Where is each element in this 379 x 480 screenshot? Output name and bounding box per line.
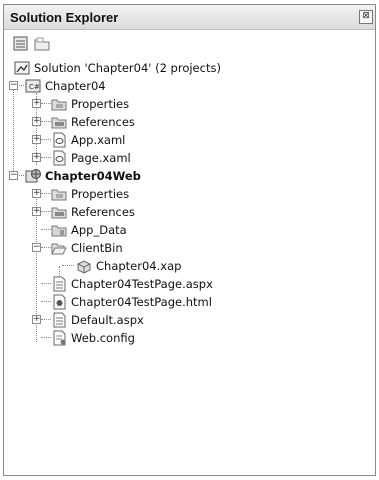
tree-label: Chapter04 — [45, 79, 106, 93]
svg-text:C#: C# — [29, 83, 40, 91]
panel-titlebar: Solution Explorer ⊠ — [4, 5, 375, 30]
solution-tree: Solution 'Chapter04' (2 projects) − C# C… — [4, 57, 375, 475]
tree-label: References — [71, 205, 135, 219]
aspx-file-icon — [53, 276, 66, 292]
collapse-icon[interactable]: − — [9, 171, 18, 180]
expand-icon[interactable]: + — [32, 117, 41, 126]
tree-item-properties[interactable]: + Properties — [31, 95, 331, 113]
config-file-icon — [53, 330, 66, 346]
aspx-file-icon — [53, 312, 66, 328]
tree-label: Chapter04TestPage.aspx — [71, 277, 213, 291]
tree-label: Chapter04.xap — [96, 259, 182, 273]
tree-label: Chapter04TestPage.html — [71, 295, 212, 309]
expand-icon[interactable]: + — [32, 207, 41, 216]
tree-label: Properties — [71, 97, 130, 111]
tree-item-app-data[interactable]: App_Data — [31, 221, 331, 239]
xaml-file-icon — [53, 150, 66, 166]
tree-item-testpage-aspx[interactable]: Chapter04TestPage.aspx — [31, 275, 351, 293]
folder-references-icon — [51, 207, 67, 219]
tree-label: App.xaml — [71, 133, 126, 147]
solution-explorer-panel: Solution Explorer ⊠ Solution 'Chapter04'… — [3, 4, 376, 476]
tree-label: App_Data — [71, 223, 127, 237]
properties-icon[interactable] — [13, 36, 29, 52]
tree-item-xap[interactable]: Chapter04.xap — [54, 257, 334, 275]
tree-label: ClientBin — [71, 241, 123, 255]
tree-item-page-xaml[interactable]: + Page.xaml — [31, 149, 331, 167]
folder-icon — [51, 225, 67, 237]
folder-references-icon — [51, 117, 67, 129]
tree-item-project-chapter04[interactable]: − C# Chapter04 — [8, 77, 348, 95]
tree-item-references[interactable]: + References — [31, 113, 331, 131]
solution-icon — [14, 61, 30, 75]
tree-label: Web.config — [71, 331, 135, 345]
tree-label: Default.aspx — [71, 313, 144, 327]
tree-label: Solution 'Chapter04' (2 projects) — [34, 61, 221, 75]
expand-icon[interactable]: + — [32, 153, 41, 162]
collapse-icon[interactable]: − — [32, 243, 41, 252]
folder-properties-icon — [51, 99, 67, 111]
panel-title: Solution Explorer — [10, 10, 119, 25]
project-icon: C# — [25, 79, 41, 93]
tree-item-web-config[interactable]: Web.config — [31, 329, 351, 347]
open-folder-icon — [51, 243, 67, 255]
expand-icon[interactable]: + — [32, 99, 41, 108]
tree-label: Properties — [71, 187, 130, 201]
tree-item-project-chapter04web[interactable]: − Chapter04Web — [8, 167, 348, 185]
tree-item-solution[interactable]: Solution 'Chapter04' (2 projects) — [14, 59, 354, 77]
expand-icon[interactable]: + — [32, 315, 41, 324]
toolbar — [4, 30, 375, 56]
tree-item-clientbin[interactable]: − ClientBin — [31, 239, 331, 257]
tree-item-references[interactable]: + References — [31, 203, 331, 221]
folder-properties-icon — [51, 189, 67, 201]
tree-item-properties[interactable]: + Properties — [31, 185, 331, 203]
tree-item-default-aspx[interactable]: + Default.aspx — [31, 311, 351, 329]
show-all-files-icon[interactable] — [34, 36, 50, 52]
html-file-icon — [53, 294, 66, 310]
xap-file-icon — [77, 260, 91, 274]
tree-item-testpage-html[interactable]: Chapter04TestPage.html — [31, 293, 351, 311]
close-icon[interactable]: ⊠ — [359, 10, 373, 24]
collapse-icon[interactable]: − — [9, 81, 18, 90]
tree-label: Chapter04Web — [45, 169, 141, 183]
tree-item-app-xaml[interactable]: + App.xaml — [31, 131, 331, 149]
web-project-icon — [25, 169, 41, 183]
tree-label: References — [71, 115, 135, 129]
xaml-file-icon — [53, 132, 66, 148]
tree-label: Page.xaml — [71, 151, 131, 165]
expand-icon[interactable]: + — [32, 135, 41, 144]
expand-icon[interactable]: + — [32, 189, 41, 198]
